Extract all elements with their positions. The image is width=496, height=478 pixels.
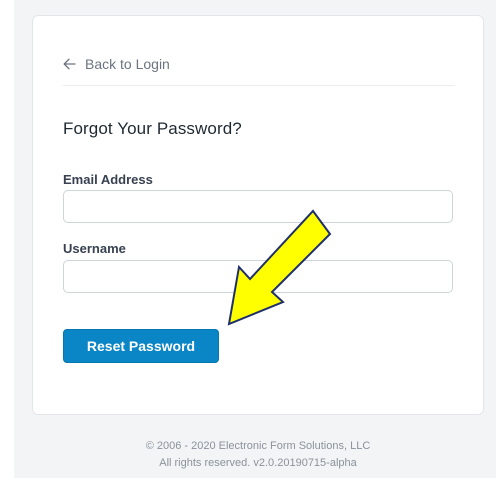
- footer: © 2006 - 2020 Electronic Form Solutions,…: [32, 438, 484, 472]
- divider: [63, 85, 455, 86]
- reset-password-button[interactable]: Reset Password: [63, 329, 219, 363]
- back-to-login-link[interactable]: Back to Login: [63, 56, 170, 72]
- forgot-password-card: Back to Login Forgot Your Password? Emai…: [32, 15, 484, 415]
- footer-version: All rights reserved. v2.0.20190715-alpha: [159, 457, 357, 469]
- email-label: Email Address: [63, 172, 153, 187]
- username-label: Username: [63, 241, 126, 256]
- arrow-left-icon: [63, 58, 76, 70]
- back-to-login-label: Back to Login: [85, 56, 170, 72]
- username-field[interactable]: [63, 260, 453, 293]
- page-title: Forgot Your Password?: [63, 119, 242, 138]
- footer-copyright: © 2006 - 2020 Electronic Form Solutions,…: [145, 440, 371, 452]
- email-field[interactable]: [63, 190, 453, 223]
